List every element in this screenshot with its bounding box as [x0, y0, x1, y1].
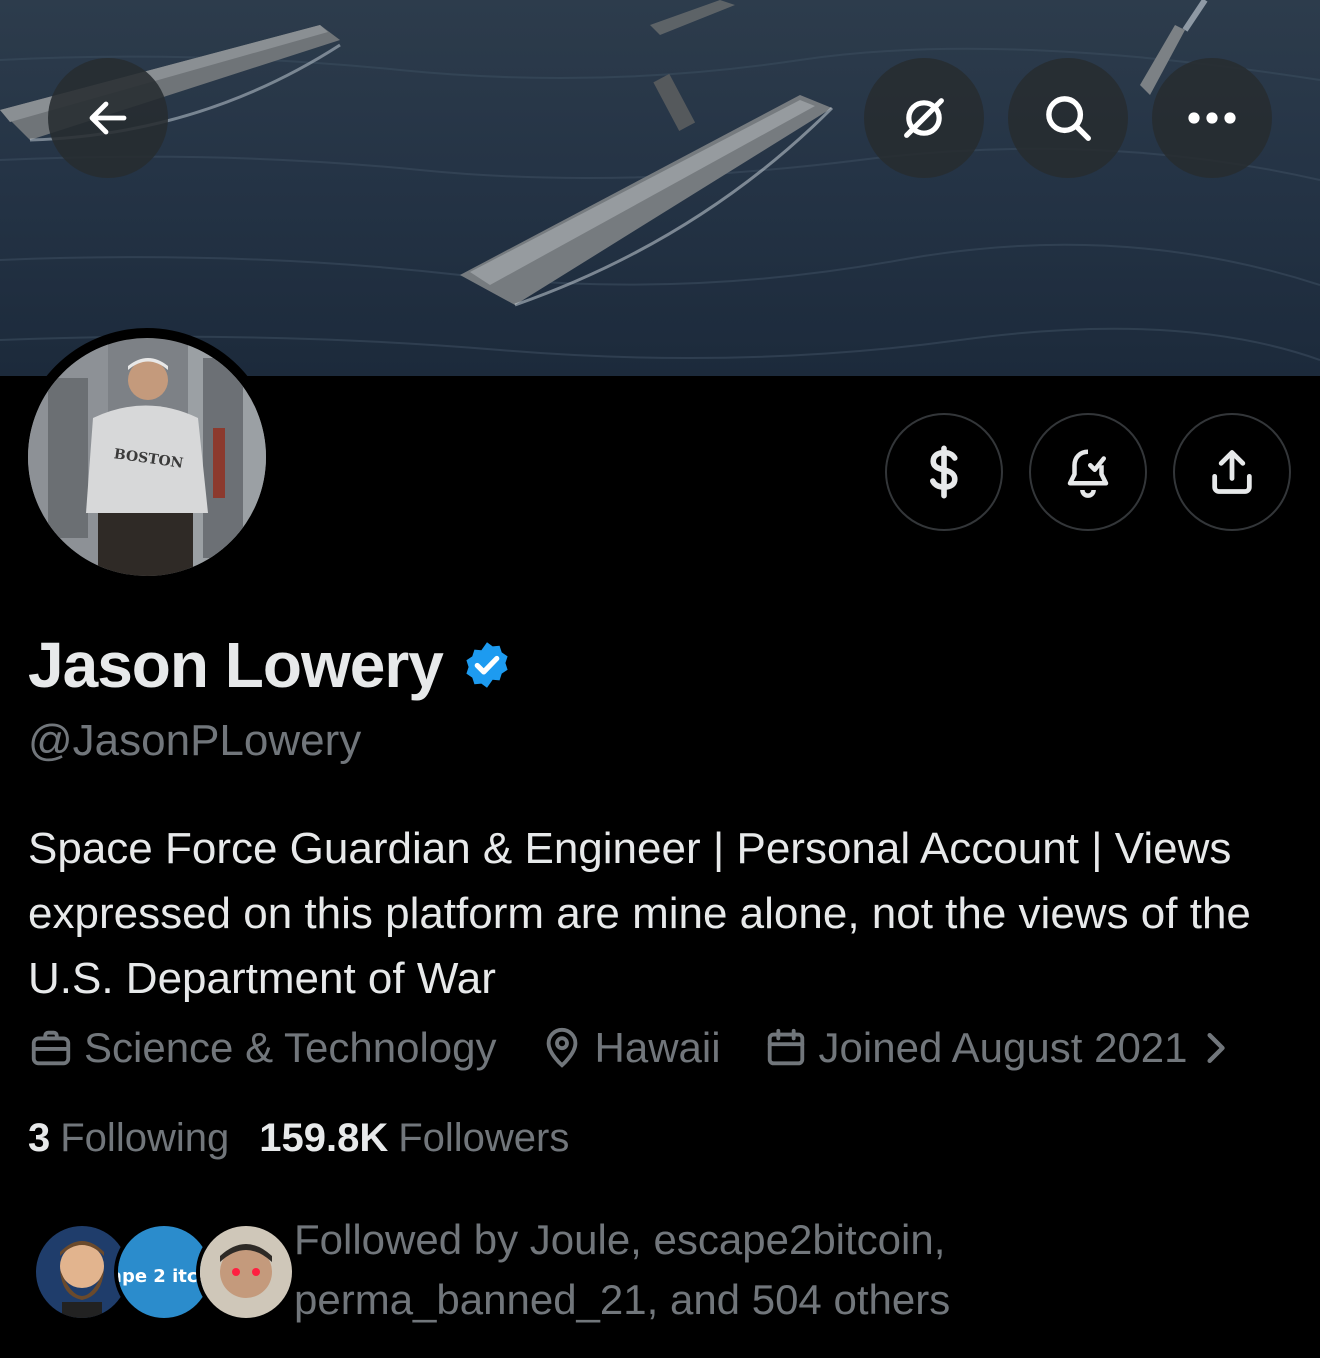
- followers-count: 159.8K: [259, 1116, 389, 1160]
- followed-by-text[interactable]: Followed by Joule, escape2bitcoin, perma…: [294, 1210, 1094, 1330]
- joined-label: Joined August 2021: [818, 1024, 1188, 1071]
- tip-button[interactable]: [885, 413, 1003, 531]
- name-row: Jason Lowery: [28, 628, 513, 702]
- banner-image: [0, 0, 1320, 376]
- location-item: Hawaii: [539, 1024, 721, 1072]
- avatar-photo: BOSTON: [28, 338, 266, 576]
- profile-avatar[interactable]: BOSTON: [18, 328, 276, 586]
- profile-banner[interactable]: [0, 0, 1320, 376]
- location-pin-icon: [546, 1027, 577, 1068]
- following-count: 3: [28, 1116, 51, 1160]
- following-link[interactable]: 3 Following: [28, 1116, 229, 1161]
- notify-button[interactable]: [1029, 413, 1147, 531]
- user-handle: @JasonPLowery: [28, 716, 362, 765]
- display-name: Jason Lowery: [28, 629, 444, 701]
- search-icon: [1046, 96, 1091, 141]
- joined-item[interactable]: Joined August 2021: [763, 1024, 1238, 1072]
- share-upload-icon: [1212, 450, 1252, 494]
- search-button[interactable]: [1008, 58, 1128, 178]
- grok-slash-icon: [904, 98, 944, 138]
- category-item: Science & Technology: [28, 1024, 497, 1072]
- chevron-right-icon: [1206, 1031, 1238, 1065]
- grok-button[interactable]: [864, 58, 984, 178]
- location-label: Hawaii: [594, 1024, 721, 1071]
- following-label: Following: [60, 1116, 230, 1160]
- share-button[interactable]: [1173, 413, 1291, 531]
- followed-by-avatars[interactable]: cape 2 itcoin: [32, 1222, 296, 1322]
- verified-badge-icon[interactable]: [461, 639, 513, 691]
- profile-meta: Science & Technology Hawaii Joined Augus…: [28, 1024, 1238, 1072]
- followers-label: Followers: [398, 1116, 570, 1160]
- more-horizontal-icon: [1188, 112, 1236, 124]
- more-button[interactable]: [1152, 58, 1272, 178]
- follower-avatar: [196, 1222, 296, 1322]
- arrow-left-icon: [89, 101, 127, 135]
- category-label: Science & Technology: [84, 1024, 497, 1071]
- bell-check-icon: [1067, 449, 1109, 498]
- dollar-icon: [930, 445, 958, 499]
- calendar-icon: [767, 1028, 804, 1066]
- follow-stats: 3 Following 159.8K Followers: [28, 1116, 599, 1161]
- profile-bio: Space Force Guardian & Engineer | Person…: [28, 824, 1251, 1003]
- back-button[interactable]: [48, 58, 168, 178]
- briefcase-icon: [31, 1030, 71, 1066]
- followers-link[interactable]: 159.8K Followers: [259, 1116, 569, 1161]
